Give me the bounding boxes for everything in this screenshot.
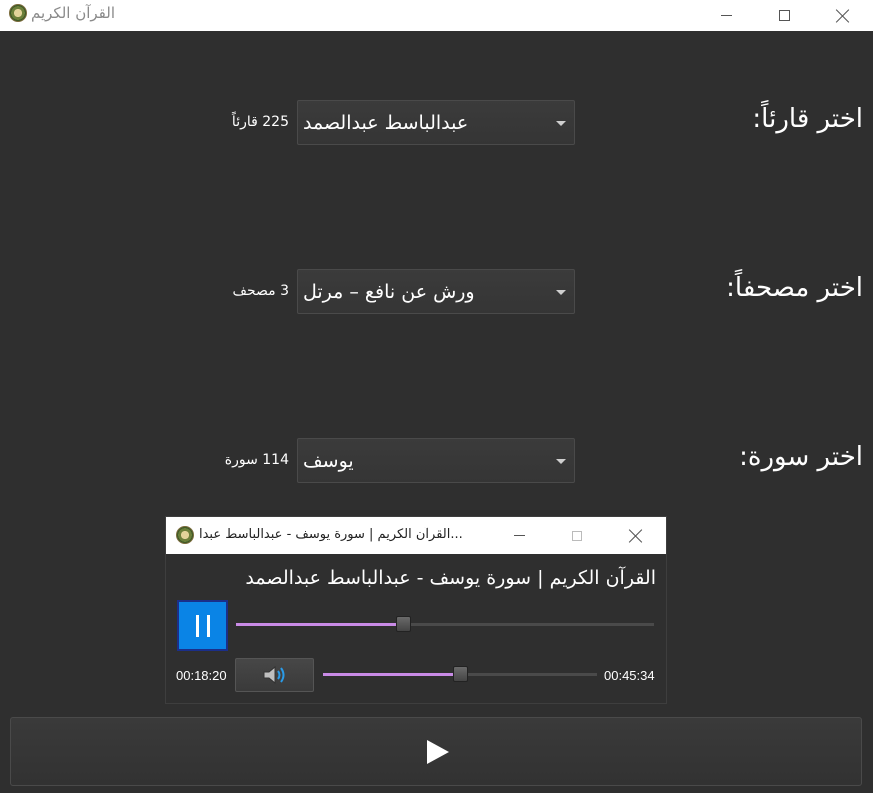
play-icon <box>427 739 449 764</box>
maximize-icon <box>572 530 582 541</box>
total-time: 00:45:34 <box>604 668 655 683</box>
minimize-button[interactable] <box>697 0 755 31</box>
progress-fill <box>236 623 403 626</box>
reciter-combobox[interactable]: عبدالباسط عبدالصمد <box>297 100 575 145</box>
reciter-label: اختر قارئاً: <box>752 104 863 134</box>
minimize-icon <box>513 535 525 536</box>
reciter-selected: عبدالباسط عبدالصمد <box>303 112 469 134</box>
mushaf-selected: ورش عن نافع – مرتل <box>303 281 475 303</box>
now-playing-text: القرآن الكريم | سورة يوسف - عبدالباسط عب… <box>245 567 656 589</box>
maximize-icon <box>778 10 790 21</box>
chevron-down-icon <box>556 121 566 126</box>
mini-close-button[interactable] <box>607 517 665 554</box>
mini-player-window: ...القرآن الكريم | سورة يوسف - عبدالباسط… <box>165 516 667 704</box>
surah-selected: يوسف <box>303 450 354 472</box>
chevron-down-icon <box>556 290 566 295</box>
mini-player-title: ...القرآن الكريم | سورة يوسف - عبدالباسط… <box>199 527 463 542</box>
mushaf-count: 3 مصحف <box>232 283 289 299</box>
surah-count: 114 سورة <box>224 452 289 468</box>
close-icon <box>836 9 850 23</box>
mini-maximize-button[interactable] <box>548 517 606 554</box>
speaker-icon <box>263 665 284 685</box>
title-bar: القرآن الكريم <box>0 0 873 31</box>
surah-combobox[interactable]: يوسف <box>297 438 575 483</box>
elapsed-time: 00:18:20 <box>176 668 227 683</box>
progress-handle[interactable] <box>396 616 411 632</box>
progress-slider[interactable] <box>236 616 654 632</box>
maximize-button[interactable] <box>755 0 813 31</box>
mini-player-title-bar: ...القرآن الكريم | سورة يوسف - عبدالباسط… <box>166 517 666 554</box>
quran-logo-icon <box>176 526 194 544</box>
mushaf-label: اختر مصحفاً: <box>726 273 863 303</box>
close-icon <box>629 529 643 543</box>
volume-slider[interactable] <box>323 666 597 682</box>
surah-label: اختر سورة: <box>739 442 863 472</box>
volume-handle[interactable] <box>453 666 468 682</box>
play-button[interactable] <box>10 717 862 786</box>
quran-logo-icon <box>9 4 27 22</box>
volume-fill <box>323 673 460 676</box>
mini-minimize-button[interactable] <box>490 517 548 554</box>
mushaf-combobox[interactable]: ورش عن نافع – مرتل <box>297 269 575 314</box>
chevron-down-icon <box>556 459 566 464</box>
volume-button[interactable] <box>235 658 314 692</box>
window-title: القرآن الكريم <box>31 4 116 22</box>
reciter-count: 225 قارئاً <box>231 114 289 130</box>
pause-button[interactable] <box>177 600 228 651</box>
close-button[interactable] <box>814 0 872 31</box>
minimize-icon <box>720 15 732 16</box>
pause-icon <box>195 614 199 637</box>
